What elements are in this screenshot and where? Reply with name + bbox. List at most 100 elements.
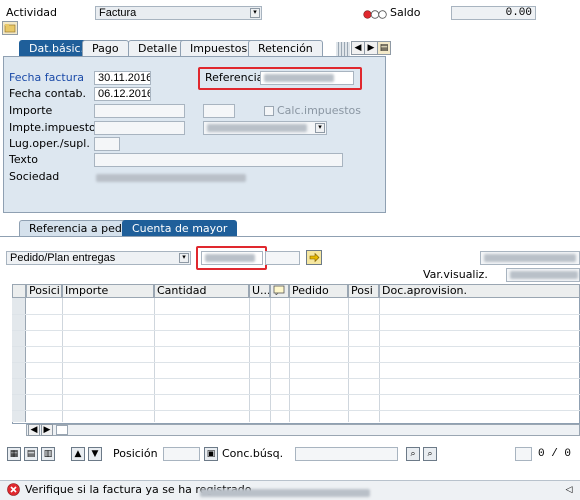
tab-impuestos[interactable]: Impuestos (180, 40, 258, 57)
texto-label: Texto (9, 153, 38, 166)
grid-line (289, 298, 290, 422)
referencia-label: Referencia (205, 71, 264, 84)
find-icon[interactable]: ⌕ (406, 447, 420, 461)
sociedad-value (96, 171, 256, 183)
col-doc-aprovision[interactable]: Doc.aprovision. (379, 284, 580, 298)
fecha-factura-label: Fecha factura (9, 71, 84, 84)
saldo-label: Saldo (390, 6, 421, 19)
table-row[interactable] (12, 362, 580, 363)
referencia-field[interactable] (260, 71, 354, 85)
col-note[interactable] (270, 284, 289, 298)
select-all-icon[interactable]: ▦ (7, 447, 21, 461)
posicion-field[interactable] (163, 447, 200, 461)
impte-impuesto-label: Impte.impuesto (9, 121, 96, 134)
redacted-value (200, 489, 370, 497)
conc-busq-label: Conc.búsq. (222, 447, 284, 460)
importe-label: Importe (9, 104, 53, 117)
table-row[interactable] (12, 394, 580, 395)
search-layout-icon[interactable]: ▣ (204, 447, 218, 461)
grid-line (379, 298, 380, 422)
horizontal-scrollbar[interactable] (26, 424, 580, 436)
pedido-extra-field[interactable] (265, 251, 300, 265)
fecha-contab-label: Fecha contab. (9, 87, 87, 100)
folder-icon[interactable] (2, 21, 18, 35)
redacted-value (510, 271, 578, 280)
lug-oper-label: Lug.oper./supl. (9, 137, 90, 150)
deselect-all-icon[interactable]: ▤ (24, 447, 38, 461)
redacted-value (205, 254, 255, 263)
find-next-icon[interactable]: ⌕ (423, 447, 437, 461)
select-all-column[interactable] (12, 284, 26, 298)
scroll-right-icon[interactable]: ▶ (41, 424, 53, 436)
importe-field[interactable] (94, 104, 185, 118)
arrow-right-icon[interactable] (306, 250, 322, 265)
currency-field[interactable] (203, 104, 235, 118)
actividad-value: Factura (99, 7, 137, 19)
redacted-value (264, 74, 334, 83)
tab-list-icon[interactable]: ▤ (377, 41, 391, 55)
grid-line (154, 298, 155, 422)
calc-impuestos-label: Calc.impuestos (277, 104, 362, 117)
tab-overflow-stack (336, 42, 350, 56)
table-row[interactable] (12, 410, 580, 411)
col-importe[interactable]: Importe (62, 284, 154, 298)
row-selector-column[interactable] (12, 298, 26, 422)
scroll-thumb[interactable] (56, 425, 68, 435)
status-message-redacted (200, 486, 370, 499)
actividad-label: Actividad (6, 6, 58, 19)
grid-line (249, 298, 250, 422)
sort-icon[interactable]: ▲ (71, 447, 85, 461)
var-visualiz-field[interactable] (506, 268, 580, 282)
grid-line (62, 298, 63, 422)
col-cantidad[interactable]: Cantidad (154, 284, 249, 298)
redacted-value (96, 174, 246, 182)
actividad-select[interactable]: Factura ▾ (95, 6, 262, 20)
col-posici[interactable]: Posici (26, 284, 62, 298)
grid-line (270, 298, 271, 422)
var-visualiz-label: Var.visualiz. (423, 268, 488, 281)
grid-line (348, 298, 349, 422)
pager-text: 0 / 0 (538, 448, 572, 460)
col-unidad[interactable]: U... (249, 284, 270, 298)
col-posi[interactable]: Posi (348, 284, 379, 298)
conc-busq-field[interactable] (295, 447, 398, 461)
sociedad-label: Sociedad (9, 170, 60, 183)
dropdown-arrow-icon[interactable]: ▾ (179, 253, 189, 263)
pedido-number-field[interactable] (201, 251, 263, 265)
texto-field[interactable] (94, 153, 343, 167)
pedido-type-value: Pedido/Plan entregas (10, 252, 116, 264)
error-icon (7, 483, 20, 496)
pager-current-field[interactable] (515, 447, 532, 461)
saldo-value: 0.00 (451, 6, 536, 20)
tab-scroll-left-icon[interactable]: ◀ (351, 41, 365, 55)
tax-code-select[interactable]: ▾ (203, 121, 327, 135)
filter-icon[interactable]: ▼ (88, 447, 102, 461)
tab-scroll-right-icon[interactable]: ▶ (364, 41, 378, 55)
fecha-factura-field[interactable]: 30.11.2016 (94, 71, 151, 85)
delete-row-icon[interactable]: ▥ (41, 447, 55, 461)
scroll-left-icon[interactable]: ◀ (28, 424, 40, 436)
tab-cuenta-mayor[interactable]: Cuenta de mayor (122, 220, 238, 237)
redacted-value (207, 124, 307, 133)
tab-pago[interactable]: Pago (82, 40, 129, 57)
table-row[interactable] (12, 314, 580, 315)
impte-impuesto-field[interactable] (94, 121, 185, 135)
note-icon (273, 285, 285, 297)
status-lights-icon (363, 9, 387, 19)
tab-detalle[interactable]: Detalle (128, 40, 188, 57)
calc-impuestos-checkbox[interactable] (264, 106, 274, 116)
table-row[interactable] (12, 346, 580, 347)
col-pedido[interactable]: Pedido (289, 284, 348, 298)
dropdown-arrow-icon[interactable]: ▾ (315, 123, 325, 133)
redacted-value (484, 254, 576, 263)
lug-oper-field[interactable] (94, 137, 120, 151)
dropdown-arrow-icon[interactable]: ▾ (250, 8, 260, 18)
table-row[interactable] (12, 330, 580, 331)
posicion-label: Posición (113, 447, 158, 460)
fecha-contab-field[interactable]: 06.12.2016 (94, 87, 151, 101)
status-expand-icon[interactable]: ◁ (562, 484, 576, 496)
table-row[interactable] (12, 378, 580, 379)
layout-field[interactable] (480, 251, 580, 265)
pedido-type-select[interactable]: Pedido/Plan entregas ▾ (6, 251, 191, 265)
tab-retencion[interactable]: Retención (248, 40, 323, 57)
